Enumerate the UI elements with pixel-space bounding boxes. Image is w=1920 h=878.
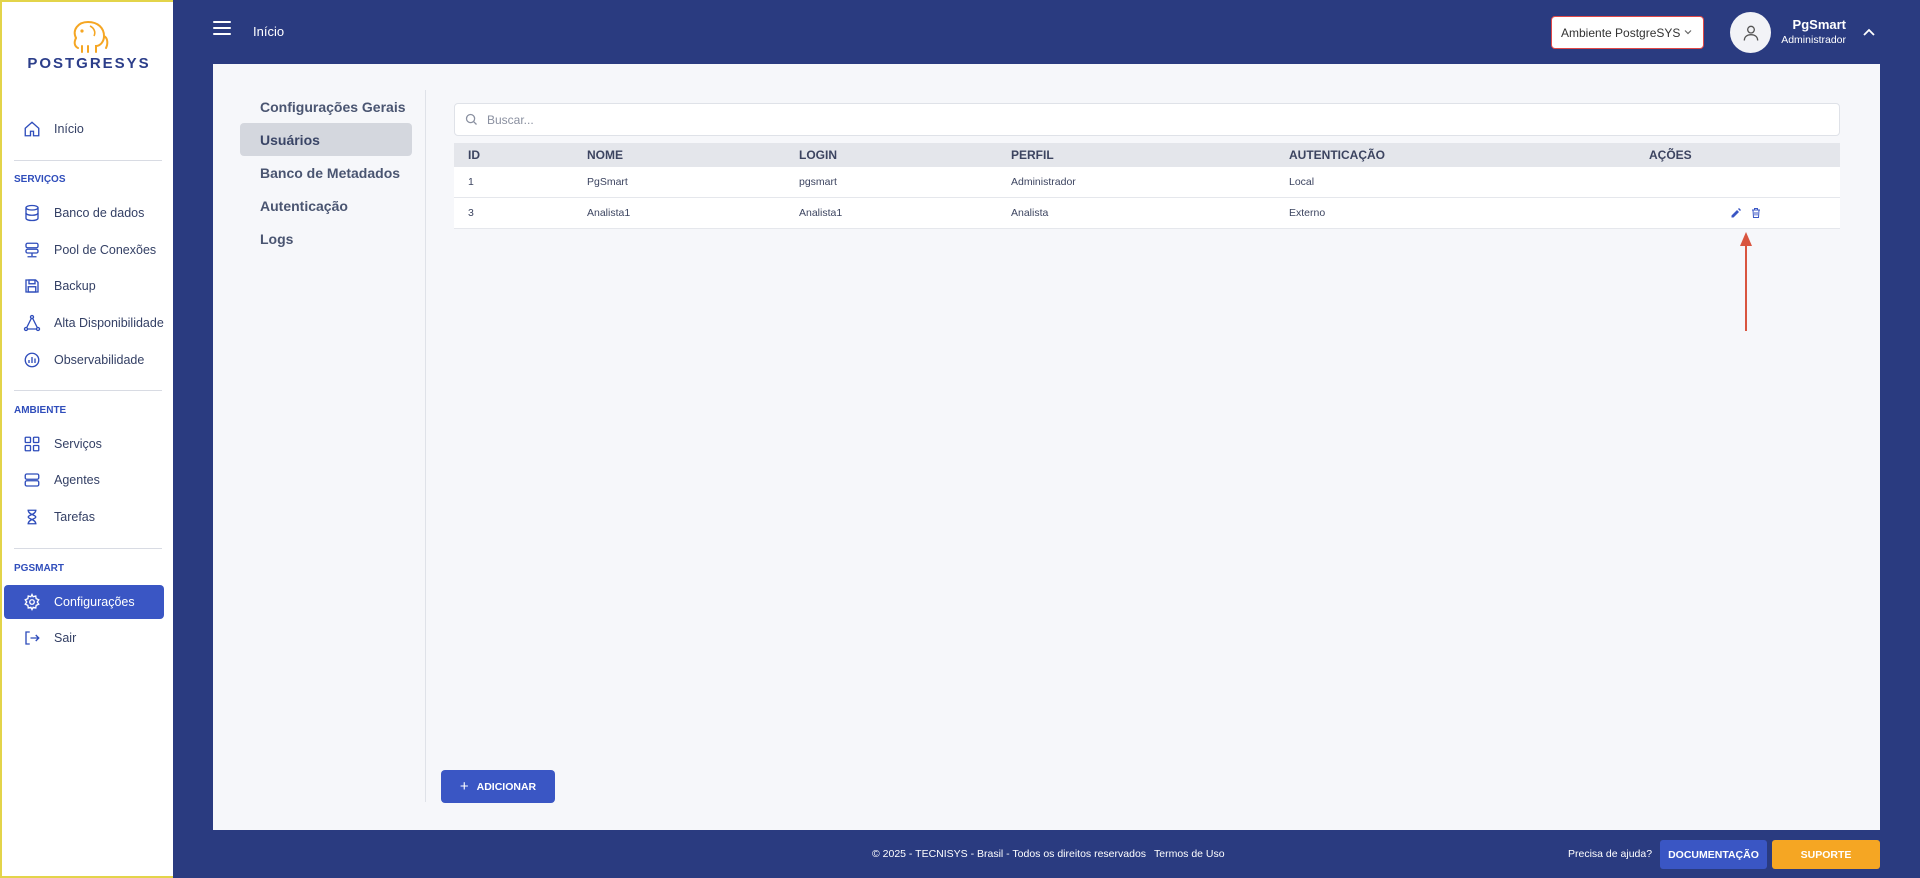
section-title-ambiente: AMBIENTE [14,405,67,416]
elephant-logo-icon [73,20,109,53]
sidebar-item-servicos[interactable]: Serviços [4,427,164,461]
column-header-id[interactable]: ID [468,148,480,162]
column-header-acoes: AÇÕES [1649,148,1692,162]
divider [14,160,162,161]
column-header-nome[interactable]: NOME [587,148,623,162]
sidebar: POSTGRESYS Início SERVIÇOS Banco de dado… [0,0,173,878]
server-network-icon [22,240,42,260]
main-content: Configurações Gerais Usuários Banco de M… [213,64,1880,830]
sidebar-item-label: Sair [54,631,77,645]
sidebar-item-alta-disponibilidade[interactable]: Alta Disponibilidade [4,306,164,340]
sidebar-item-agentes[interactable]: Agentes [4,463,164,497]
terms-link[interactable]: Termos de Uso [1154,848,1225,860]
sidebar-item-configuracoes[interactable]: Configurações [4,585,164,619]
sidebar-item-label: Tarefas [54,510,95,524]
sidebar-item-label: Pool de Conexões [54,243,157,257]
page-title: Início [253,24,285,39]
cell-autenticacao: Externo [1289,207,1326,219]
divider [14,390,162,391]
cell-id: 1 [468,176,474,188]
sidebar-item-label: Configurações [54,595,135,609]
documentation-button[interactable]: DOCUMENTAÇÃO [1660,840,1767,869]
column-header-perfil[interactable]: PERFIL [1011,148,1054,162]
hourglass-icon [22,507,42,527]
sidebar-item-label: Agentes [54,473,100,487]
add-button-label: ADICIONAR [476,780,537,793]
subnav-logs[interactable]: Logs [240,222,412,255]
users-table: ID NOME LOGIN PERFIL AUTENTICAÇÃO AÇÕES … [454,143,1840,229]
hamburger-icon [213,21,231,23]
search-input[interactable] [487,112,1787,127]
sidebar-item-label: Banco de dados [54,206,145,220]
gear-icon [22,592,42,612]
section-title-pgsmart: PGSMART [14,563,64,574]
sidebar-item-sair[interactable]: Sair [4,621,164,655]
cell-login: pgsmart [799,176,837,188]
divider [425,90,426,802]
table-header: ID NOME LOGIN PERFIL AUTENTICAÇÃO AÇÕES [454,143,1840,167]
home-icon [22,119,42,139]
sidebar-item-label: Alta Disponibilidade [54,316,164,330]
help-text: Precisa de ajuda? [1568,848,1653,860]
chevron-up-icon[interactable] [1862,24,1876,42]
triangle-nodes-icon [22,313,42,333]
environment-select[interactable]: Ambiente PostgreSYS [1551,16,1704,49]
user-icon [1743,25,1758,41]
sidebar-item-banco-de-dados[interactable]: Banco de dados [4,196,164,230]
search-icon [465,113,477,125]
table-row[interactable]: 3 Analista1 Analista1 Analista Externo [454,198,1840,229]
cell-nome: PgSmart [587,176,628,188]
row-actions [1729,206,1763,220]
cell-id: 3 [468,207,474,219]
chevron-down-icon [1683,26,1693,40]
save-icon [22,276,42,296]
sidebar-item-backup[interactable]: Backup [4,269,164,303]
database-icon [22,203,42,223]
subnav-banco-de-metadados[interactable]: Banco de Metadados [240,156,412,189]
edit-button[interactable] [1729,206,1743,220]
environment-select-value: Ambiente PostgreSYS [1561,25,1681,40]
add-user-button[interactable]: + ADICIONAR [441,770,555,803]
sidebar-item-pool-de-conexoes[interactable]: Pool de Conexões [4,233,164,267]
search-box[interactable] [454,103,1840,136]
logo[interactable]: POSTGRESYS [18,18,160,74]
table-row[interactable]: 1 PgSmart pgsmart Administrador Local [454,167,1840,198]
subnav-usuarios[interactable]: Usuários [240,123,412,156]
pencil-icon [1731,208,1741,218]
plus-icon: + [459,778,469,795]
footer-copyright: © 2025 - TECNISYS - Brasil - Todos os di… [872,848,1147,860]
user-name: PgSmart [1792,17,1846,32]
sidebar-item-label: Backup [54,279,96,293]
sidebar-item-inicio[interactable]: Início [4,112,164,146]
delete-button[interactable] [1749,206,1763,220]
cell-login: Analista1 [799,207,843,219]
logout-icon [22,628,42,648]
cell-nome: Analista1 [587,207,631,219]
support-button[interactable]: SUPORTE [1772,840,1880,869]
sidebar-item-label: Serviços [54,437,102,451]
grid-icon [22,434,42,454]
section-title-servicos: SERVIÇOS [14,174,66,185]
column-header-login[interactable]: LOGIN [799,148,837,162]
subnav-configuracoes-gerais[interactable]: Configurações Gerais [240,90,412,123]
server-icon [22,470,42,490]
sidebar-item-observabilidade[interactable]: Observabilidade [4,343,164,377]
sidebar-item-tarefas[interactable]: Tarefas [4,500,164,534]
chart-circle-icon [22,350,42,370]
sidebar-item-label: Início [54,122,84,136]
subnav-autenticacao[interactable]: Autenticação [240,189,412,222]
user-role: Administrador [1781,34,1846,46]
logo-text: POSTGRESYS [27,55,151,72]
cell-perfil: Analista [1011,207,1049,219]
menu-toggle-button[interactable] [213,21,231,35]
annotation-arrow-icon [1740,232,1752,331]
cell-perfil: Administrador [1011,176,1076,188]
divider [14,548,162,549]
trash-icon [1752,208,1760,218]
column-header-autenticacao[interactable]: AUTENTICAÇÃO [1289,148,1385,162]
sidebar-item-label: Observabilidade [54,353,145,367]
cell-autenticacao: Local [1289,176,1315,188]
